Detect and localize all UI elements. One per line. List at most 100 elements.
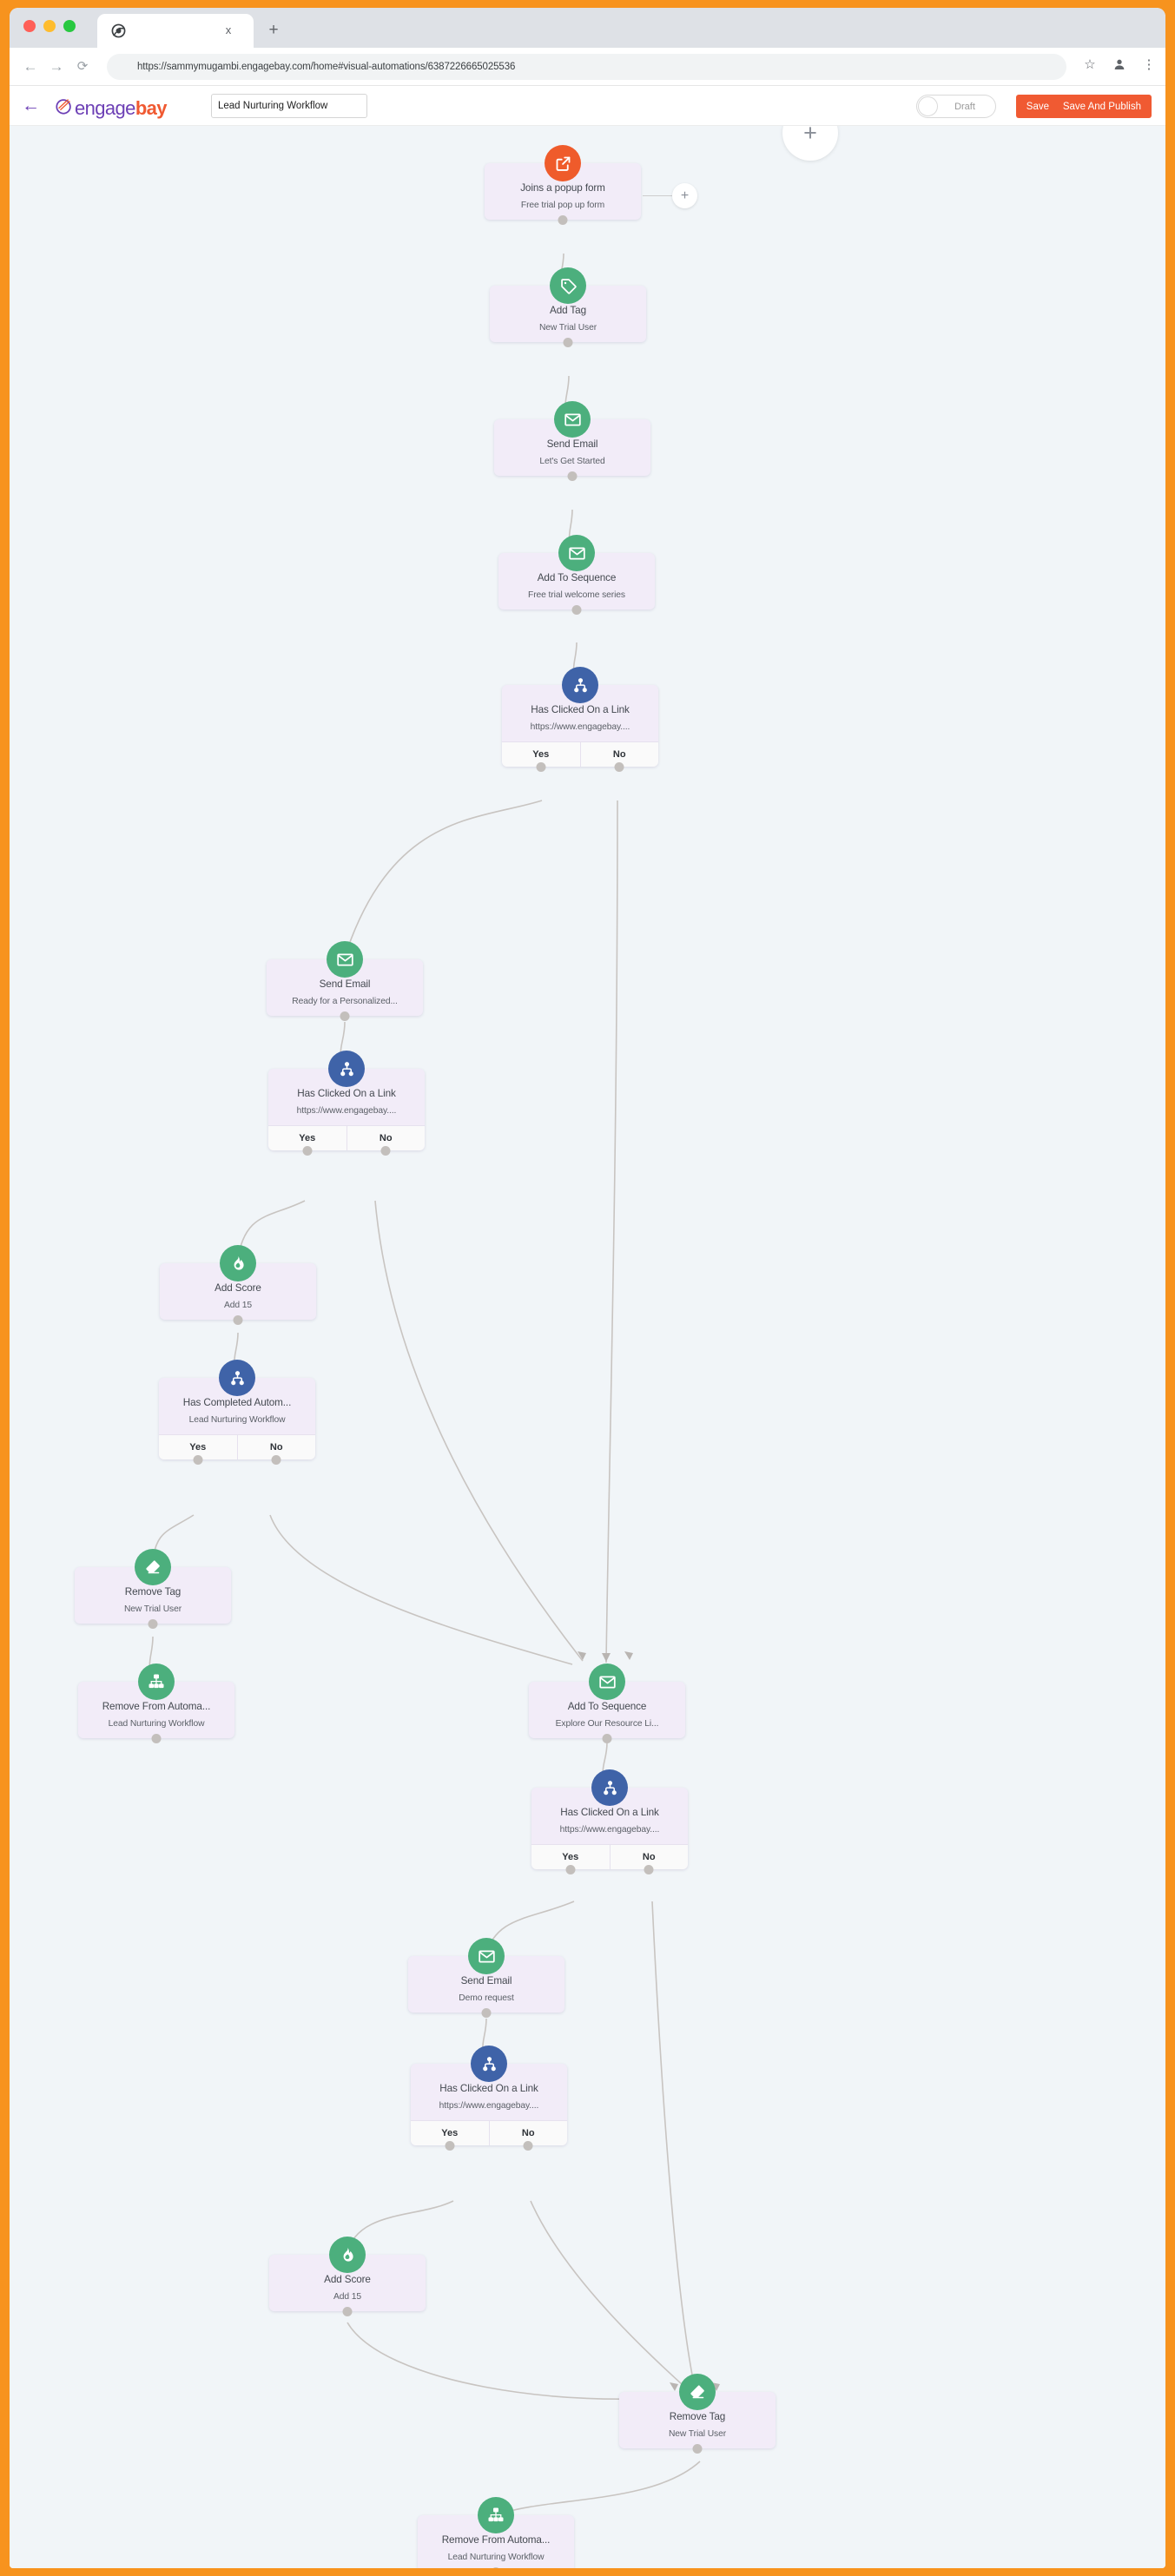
reload-icon[interactable]: ⟳	[74, 58, 91, 76]
node-output-port[interactable]	[571, 604, 582, 615]
address-bar[interactable]: https://sammymugambi.engagebay.com/home#…	[107, 54, 1066, 80]
envelope-icon	[327, 941, 363, 978]
workflow-connectors	[148, 253, 720, 2516]
app-back-icon[interactable]: ←	[22, 96, 41, 115]
condition-icon	[328, 1051, 365, 1087]
node-subtitle: Ready for a Personalized...	[292, 997, 398, 1006]
node-branches: Yes No	[502, 741, 658, 767]
workflow-name-input[interactable]: Lead Nurturing Workflow	[211, 94, 367, 118]
engagebay-logo: engage bay	[55, 96, 168, 121]
workflow-node-condition-1[interactable]: Has Clicked On a Link https://www.engage…	[502, 667, 658, 772]
toggle-knob	[918, 96, 938, 116]
node-output-port[interactable]	[342, 2306, 353, 2316]
workflow-node-send-email-1[interactable]: Send Email Let's Get Started	[494, 401, 650, 481]
chrome-icon	[111, 23, 126, 38]
node-output-port[interactable]	[567, 471, 578, 481]
workflow-node-remove-from-automation-1[interactable]: Remove From Automa... Lead Nurturing Wor…	[78, 1664, 234, 1743]
node-title: Has Clicked On a Link	[560, 1807, 659, 1818]
url-text: https://sammymugambi.engagebay.com/home#…	[137, 62, 516, 72]
workflow-node-add-tag[interactable]: Add Tag New Trial User	[490, 267, 646, 347]
node-title: Remove Tag	[124, 1586, 182, 1598]
node-title: Add Score	[215, 1282, 261, 1294]
node-output-port-no[interactable]	[523, 2140, 533, 2151]
workflow-node-remove-tag-1[interactable]: Remove Tag New Trial User	[75, 1549, 231, 1629]
node-subtitle: Lead Nurturing Workflow	[188, 1415, 286, 1425]
node-output-port[interactable]	[481, 2007, 492, 2018]
node-output-port[interactable]	[233, 1314, 243, 1325]
node-output-port-yes[interactable]	[536, 761, 546, 772]
node-subtitle: https://www.engagebay....	[439, 2101, 539, 2111]
node-branches: Yes No	[268, 1125, 425, 1150]
node-output-port-no[interactable]	[614, 761, 624, 772]
workflow-node-add-score-2[interactable]: Add Score Add 15	[269, 2237, 426, 2316]
new-tab-button[interactable]: +	[265, 22, 282, 39]
close-tab-button[interactable]: x	[222, 24, 234, 36]
node-output-port-no[interactable]	[644, 1864, 654, 1874]
node-output-port-yes[interactable]	[565, 1864, 576, 1874]
node-output-port[interactable]	[340, 1011, 350, 1021]
logo-mark-icon	[55, 96, 74, 121]
workflow-node-send-email-2[interactable]: Send Email Ready for a Personalized...	[267, 941, 423, 1021]
workflow-node-add-to-sequence-2[interactable]: Add To Sequence Explore Our Resource Li.…	[529, 1664, 685, 1743]
node-title: Send Email	[460, 1975, 512, 1986]
status-label: Draft	[954, 101, 975, 112]
node-subtitle: New Trial User	[123, 1604, 182, 1614]
node-title: Has Clicked On a Link	[439, 2083, 538, 2094]
node-output-port-no[interactable]	[271, 1454, 281, 1465]
workflow-node-remove-from-automation-2[interactable]: Remove From Automa... Lead Nurturing Wor…	[418, 2497, 574, 2568]
node-title: Send Email	[319, 978, 371, 990]
browser-toolbar: ← → ⟳ https://sammymugambi.engagebay.com…	[10, 48, 1165, 86]
omnibox-actions: ☆ ⋮	[1082, 57, 1157, 73]
node-output-port-yes[interactable]	[302, 1145, 313, 1156]
workflow-node-condition-3[interactable]: Has Completed Autom... Lead Nurturing Wo…	[159, 1360, 315, 1465]
save-and-publish-button[interactable]: Save And Publish	[1052, 95, 1152, 118]
workflow-canvas[interactable]: + + Joins a popup form Free trial pop up…	[10, 126, 1165, 2568]
eraser-icon	[135, 1549, 171, 1585]
envelope-icon	[589, 1664, 625, 1700]
profile-avatar-icon[interactable]	[1112, 57, 1127, 73]
node-title: Remove From Automa...	[102, 1701, 211, 1712]
node-output-port-no[interactable]	[380, 1145, 391, 1156]
add-next-step-button[interactable]: +	[672, 183, 697, 208]
envelope-icon	[554, 401, 591, 438]
close-window-button[interactable]	[23, 20, 36, 32]
workflow-node-send-email-3[interactable]: Send Email Demo request	[408, 1938, 564, 2018]
workflow-node-add-score-1[interactable]: Add Score Add 15	[160, 1245, 316, 1325]
node-branches: Yes No	[531, 1844, 688, 1869]
node-output-port[interactable]	[148, 1618, 158, 1629]
node-subtitle: https://www.engagebay....	[530, 722, 630, 732]
workflow-node-condition-5[interactable]: Has Clicked On a Link https://www.engage…	[411, 2046, 567, 2151]
workflow-node-trigger[interactable]: Joins a popup form Free trial pop up for…	[485, 145, 641, 225]
forward-icon[interactable]: →	[48, 58, 65, 76]
node-output-port[interactable]	[602, 1733, 612, 1743]
back-icon[interactable]: ←	[22, 58, 39, 76]
workflow-node-condition-2[interactable]: Has Clicked On a Link https://www.engage…	[268, 1051, 425, 1156]
minimize-window-button[interactable]	[43, 20, 56, 32]
workflow-node-condition-4[interactable]: Has Clicked On a Link https://www.engage…	[531, 1769, 688, 1874]
browser-menu-icon[interactable]: ⋮	[1141, 57, 1157, 73]
condition-icon	[471, 2046, 507, 2082]
workflow-node-add-to-sequence-1[interactable]: Add To Sequence Free trial welcome serie…	[498, 535, 655, 615]
browser-tab[interactable]: x	[97, 14, 254, 48]
maximize-window-button[interactable]	[63, 20, 76, 32]
bookmark-star-icon[interactable]: ☆	[1082, 57, 1098, 73]
window-traffic-lights[interactable]	[23, 20, 76, 32]
workflow-node-remove-tag-2[interactable]: Remove Tag New Trial User	[619, 2374, 776, 2454]
node-output-port[interactable]	[151, 1733, 162, 1743]
node-output-port[interactable]	[692, 2443, 703, 2454]
window-frame: x + ← → ⟳ https://sammymugambi.engagebay…	[0, 0, 1175, 2576]
eraser-icon	[679, 2374, 716, 2410]
node-output-port[interactable]	[563, 337, 573, 347]
browser-window: x + ← → ⟳ https://sammymugambi.engagebay…	[10, 8, 1165, 2568]
node-output-port-yes[interactable]	[445, 2140, 455, 2151]
node-subtitle: Lead Nurturing Workflow	[447, 2553, 545, 2562]
node-title: Add To Sequence	[567, 1701, 647, 1712]
node-title: Add Tag	[550, 305, 586, 316]
node-output-port[interactable]	[558, 214, 568, 225]
node-subtitle: https://www.engagebay....	[559, 1825, 660, 1835]
node-title: Joins a popup form	[520, 182, 605, 194]
node-title: Send Email	[546, 438, 598, 450]
node-title: Remove From Automa...	[441, 2534, 551, 2546]
draft-status-toggle[interactable]: Draft	[916, 95, 996, 118]
node-output-port-yes[interactable]	[193, 1454, 203, 1465]
